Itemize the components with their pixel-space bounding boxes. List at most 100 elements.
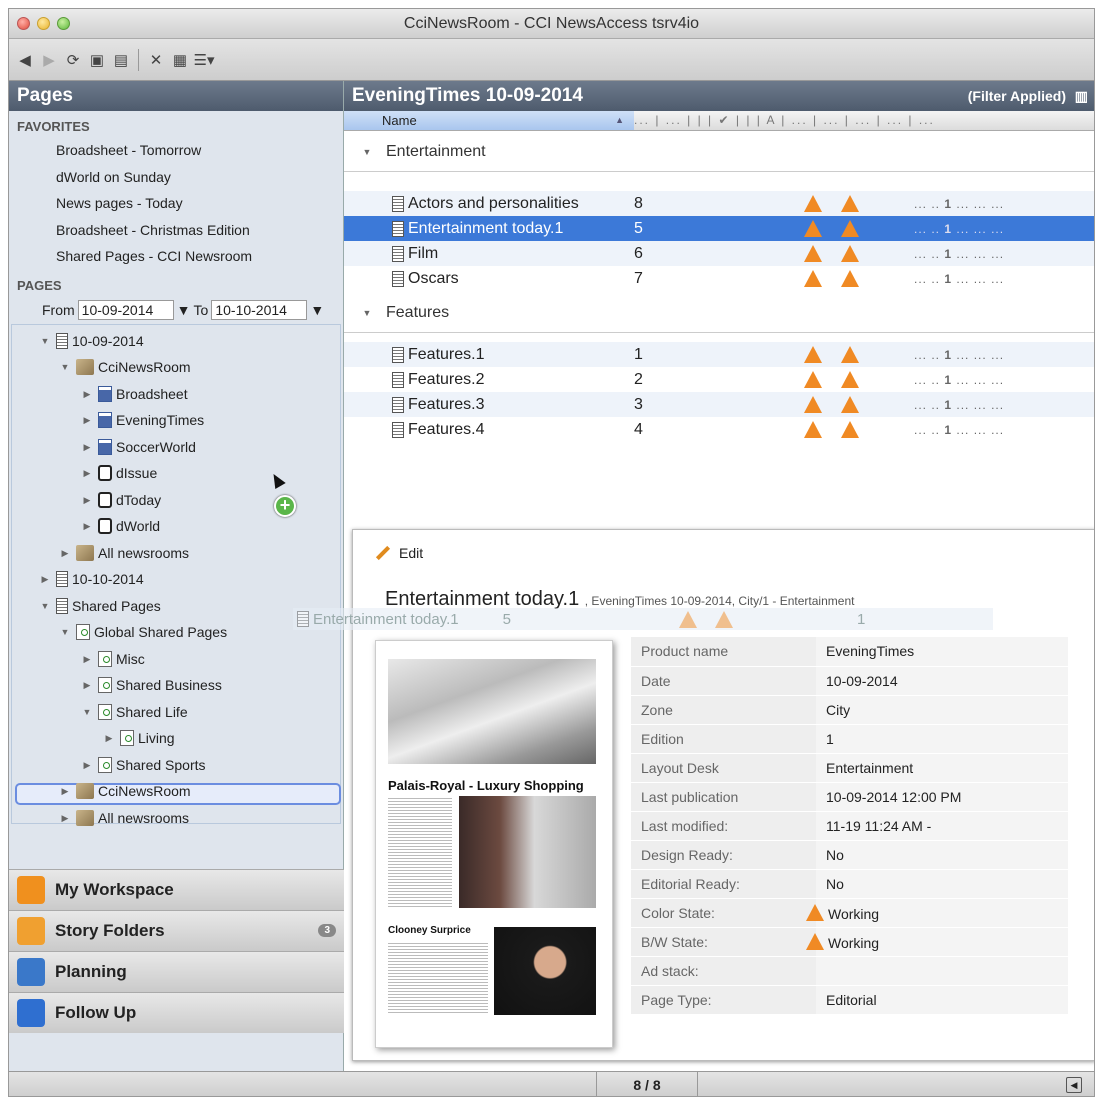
tree-item[interactable]: ▼ CciNewsRoom — [58, 354, 191, 380]
tree-item[interactable]: ▶ All newsrooms — [58, 540, 189, 566]
group-header[interactable]: ▼ Entertainment — [344, 132, 1094, 172]
from-dropdown-icon[interactable]: ▼ — [177, 302, 191, 318]
other-column-headers[interactable]: ... | ... | | | ✔ | | | A | ... | ... | … — [634, 111, 1094, 130]
expanded-triangle-icon[interactable]: ▼ — [360, 147, 374, 157]
row-columns: ... .. 1 ... ... ... — [914, 397, 1005, 412]
collapsed-triangle-icon[interactable]: ▶ — [80, 752, 94, 778]
expanded-triangle-icon[interactable]: ▼ — [360, 308, 374, 318]
portrait-photo — [494, 927, 596, 1015]
group-header[interactable]: ▼ Features — [344, 293, 1094, 333]
delete-icon[interactable]: ✕ — [146, 50, 166, 70]
tree-item[interactable]: ▶ Shared Sports — [80, 752, 206, 778]
property-row: Last modified: 11-19 11:24 AM - — [631, 811, 1068, 841]
collapse-panel-icon[interactable]: ◀ — [1066, 1077, 1082, 1093]
refresh-icon[interactable]: ⟳ — [63, 50, 83, 70]
tree-item-shared-pages[interactable]: ▼ Shared Pages — [38, 593, 161, 619]
table-row[interactable]: Features.4 4 ... .. 1 ... ... ... — [344, 417, 1094, 442]
favorite-item[interactable]: Broadsheet - Christmas Edition — [9, 217, 343, 244]
print-icon[interactable]: ▦ — [170, 50, 190, 70]
tree-item[interactable]: ▶ dWorld — [80, 513, 160, 539]
back-icon[interactable]: ◀ — [15, 50, 35, 70]
tree-item[interactable]: ▼ Shared Life — [80, 699, 188, 725]
to-date-field[interactable]: 10-10-2014 — [211, 299, 308, 320]
table-row[interactable]: Oscars 7 ... .. 1 ... ... ... — [344, 266, 1094, 291]
tree-item[interactable]: ▶ 10-10-2014 — [38, 566, 144, 592]
tree-item[interactable]: ▶ dToday — [80, 487, 161, 513]
property-key: Design Ready: — [631, 840, 816, 870]
collapsed-triangle-icon[interactable]: ▶ — [58, 778, 72, 804]
page-thumbnail[interactable]: Palais-Royal - Luxury Shopping Clooney S… — [375, 640, 613, 1048]
property-value — [816, 956, 1068, 986]
expanded-triangle-icon[interactable]: ▼ — [58, 619, 72, 645]
collapsed-triangle-icon[interactable]: ▶ — [80, 460, 94, 486]
folder-icon — [17, 917, 45, 945]
table-row[interactable]: Film 6 ... .. 1 ... ... ... — [344, 241, 1094, 266]
folder-icon[interactable]: ▣ — [87, 50, 107, 70]
sidebar-header: Pages — [9, 81, 343, 111]
nav-my-workspace[interactable]: My Workspace — [9, 869, 344, 910]
warning-icon — [804, 195, 822, 212]
expanded-triangle-icon[interactable]: ▼ — [80, 699, 94, 725]
expanded-triangle-icon[interactable]: ▼ — [38, 328, 52, 354]
edit-button[interactable]: Edit — [375, 545, 423, 561]
collapsed-triangle-icon[interactable]: ▶ — [80, 434, 94, 460]
forward-icon[interactable]: ▶ — [39, 50, 59, 70]
tree-item[interactable]: ▼ 10-09-2014 — [38, 328, 144, 354]
tree-item[interactable]: ▶ Shared Business — [80, 672, 222, 698]
table-row[interactable]: Actors and personalities 8 ... .. 1 ... … — [344, 191, 1094, 216]
table-row[interactable]: Features.1 1 ... .. 1 ... ... ... — [344, 342, 1094, 367]
tree-item[interactable]: ▶ Misc — [80, 646, 145, 672]
collapsed-triangle-icon[interactable]: ▶ — [80, 646, 94, 672]
collapsed-triangle-icon[interactable]: ▶ — [38, 566, 52, 592]
warning-icon — [841, 346, 859, 363]
columns-icon[interactable]: ▥ — [1075, 81, 1088, 111]
minimize-button[interactable] — [37, 17, 50, 30]
tree-item[interactable]: ▶ CciNewsRoom — [58, 778, 191, 804]
table-row[interactable]: Features.3 3 ... .. 1 ... ... ... — [344, 392, 1094, 417]
collapsed-triangle-icon[interactable]: ▶ — [58, 805, 72, 831]
drag-ghost-number: 5 — [502, 610, 511, 628]
collapsed-triangle-icon[interactable]: ▶ — [102, 725, 116, 751]
favorite-item[interactable]: Shared Pages - CCI Newsroom — [9, 243, 343, 270]
tree-item[interactable]: ▶ SoccerWorld — [80, 434, 196, 460]
favorite-item[interactable]: dWorld on Sunday — [9, 164, 343, 191]
shared-folder-icon — [98, 676, 112, 693]
tree-item-label: 10-09-2014 — [72, 332, 144, 349]
tree-item[interactable]: ▼ Global Shared Pages — [58, 619, 227, 645]
collapsed-triangle-icon[interactable]: ▶ — [58, 540, 72, 566]
page-icon — [56, 332, 68, 349]
tree-item[interactable]: ▶ Living — [102, 725, 175, 751]
collapsed-triangle-icon[interactable]: ▶ — [80, 407, 94, 433]
close-button[interactable] — [17, 17, 30, 30]
collapsed-triangle-icon[interactable]: ▶ — [80, 381, 94, 407]
thumb-headline: Palais-Royal - Luxury Shopping — [388, 778, 584, 793]
property-row: Color State: Working — [631, 898, 1068, 928]
nav-story-folders[interactable]: Story Folders 3 — [9, 910, 344, 951]
to-dropdown-icon[interactable]: ▼ — [310, 302, 324, 318]
name-column-header[interactable]: Name ▲ — [344, 111, 634, 130]
favorite-item[interactable]: News pages - Today — [9, 190, 343, 217]
table-row[interactable]: Features.2 2 ... .. 1 ... ... ... — [344, 367, 1094, 392]
nav-planning[interactable]: Planning — [9, 951, 344, 992]
view-options-icon[interactable]: ☰▾ — [194, 50, 215, 70]
tree-item[interactable]: ▶ Broadsheet — [80, 381, 188, 407]
favorite-item[interactable]: Broadsheet - Tomorrow — [9, 137, 343, 164]
tree-item[interactable]: ▶ dIssue — [80, 460, 157, 486]
to-label: To — [193, 301, 209, 318]
tree-item[interactable]: ▶ All newsrooms — [58, 805, 189, 831]
nav-label: My Workspace — [55, 880, 174, 899]
date-range: From 10-09-2014 ▼ To 10-10-2014 ▼ — [9, 296, 343, 324]
table-row-selected[interactable]: Entertainment today.1 5 ... .. 1 ... ...… — [344, 216, 1094, 241]
zoom-button[interactable] — [57, 17, 70, 30]
collapsed-triangle-icon[interactable]: ▶ — [80, 487, 94, 513]
tree-item[interactable]: ▶ EveningTimes — [80, 407, 204, 433]
expanded-triangle-icon[interactable]: ▼ — [58, 354, 72, 380]
collapsed-triangle-icon[interactable]: ▶ — [80, 672, 94, 698]
folder-open-icon[interactable]: ▤ — [111, 50, 131, 70]
property-value: Working — [806, 927, 1068, 957]
shared-folder-icon — [98, 703, 112, 720]
nav-follow-up[interactable]: Follow Up — [9, 992, 344, 1033]
collapsed-triangle-icon[interactable]: ▶ — [80, 513, 94, 539]
expanded-triangle-icon[interactable]: ▼ — [38, 593, 52, 619]
from-date-field[interactable]: 10-09-2014 — [77, 299, 174, 320]
